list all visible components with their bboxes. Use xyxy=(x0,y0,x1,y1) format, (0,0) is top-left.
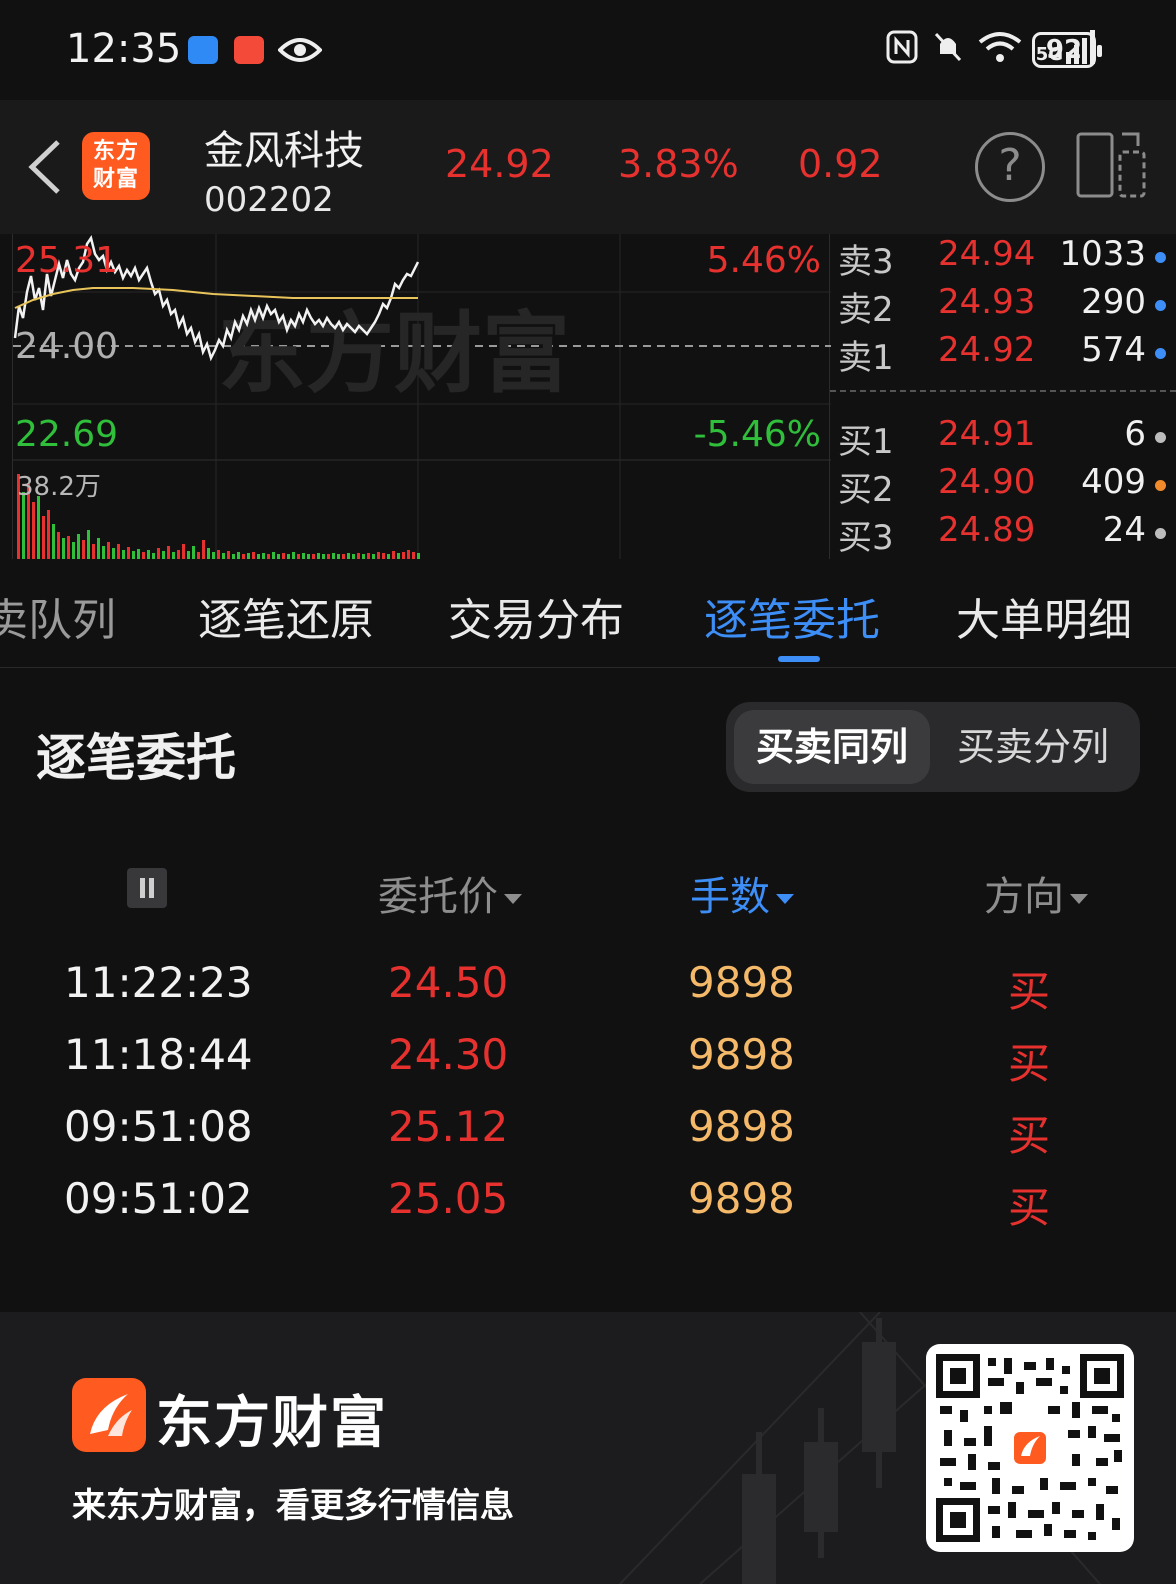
mute-icon xyxy=(934,32,961,62)
eye-icon xyxy=(278,38,322,62)
qr-code[interactable] xyxy=(926,1344,1134,1552)
detail-tabs: 卖队列 逐笔还原 交易分布 逐笔委托 大单明细 xyxy=(0,560,1176,668)
wifi-icon xyxy=(978,32,1021,62)
header-direction[interactable]: 方向 xyxy=(984,864,1088,922)
order-book-ask-1: 卖1 24.92 574 xyxy=(830,330,1176,378)
chart-high-label: 25.31 xyxy=(15,240,119,281)
table-row: 09:51:08 25.12 9898 买 xyxy=(64,1102,1051,1160)
pause-icon[interactable] xyxy=(127,868,167,908)
chart-prev-close-label: 24.00 xyxy=(15,326,119,367)
chart-watermark: 东方财富 xyxy=(218,302,570,405)
chart-low-label: 22.69 xyxy=(15,414,119,455)
stock-header: 东方财富 金风科技 002202 24.92 3.83% 0.92 ? xyxy=(0,100,1176,234)
active-tab-indicator xyxy=(778,656,820,662)
chart-down-pct: -5.46% xyxy=(693,414,821,455)
toggle-same-column[interactable]: 买卖同列 xyxy=(734,710,930,784)
banner-brand: 东方财富 xyxy=(156,1391,388,1456)
qr-code-icon xyxy=(936,1354,1124,1542)
ask-3-dot xyxy=(1155,252,1166,263)
intraday-chart[interactable]: 东方财富 25.31 24.00 22.69 5.46% -5.46% 38.2… xyxy=(12,234,831,559)
status-bar: 12:35 5G 92 xyxy=(0,0,1176,100)
chart-up-pct: 5.46% xyxy=(706,240,821,281)
bid-3-dot xyxy=(1155,528,1166,539)
order-book-bid-3: 买3 24.89 24 xyxy=(830,510,1176,558)
app-logo: 东方财富 xyxy=(82,132,150,200)
eastmoney-logo-icon xyxy=(72,1378,146,1452)
tab-trade-distribution[interactable]: 交易分布 xyxy=(448,584,624,648)
tab-tick-restore[interactable]: 逐笔还原 xyxy=(198,584,374,648)
stock-change-pct: 3.83% xyxy=(618,142,739,186)
ask-2-dot xyxy=(1155,300,1166,311)
order-book-ask-2: 卖2 24.93 290 xyxy=(830,282,1176,330)
ask-1-dot xyxy=(1155,348,1166,359)
back-arrow-icon[interactable] xyxy=(26,138,62,196)
bid-2-dot xyxy=(1155,480,1166,491)
promo-banner: 东方财富 来东方财富，看更多行情信息 xyxy=(0,1312,1176,1584)
section-title: 逐笔委托 xyxy=(36,729,236,787)
stock-code: 002202 xyxy=(204,180,334,220)
stock-name: 金风科技 xyxy=(204,128,364,174)
header-qty[interactable]: 手数 xyxy=(690,864,794,922)
table-row: 11:18:44 24.30 9898 买 xyxy=(64,1030,1051,1088)
stock-price: 24.92 xyxy=(445,142,554,186)
stock-change: 0.92 xyxy=(798,142,883,186)
order-book-bid-1: 买1 24.91 6 xyxy=(830,414,1176,462)
bid-1-dot xyxy=(1155,432,1166,443)
tab-sell-queue[interactable]: 卖队列 xyxy=(0,584,116,648)
table-row: 09:51:02 25.05 9898 买 xyxy=(64,1174,1051,1232)
view-mode-toggle: 买卖同列 买卖分列 xyxy=(726,702,1140,792)
battery-indicator: 92 xyxy=(1032,32,1102,68)
order-book-divider xyxy=(830,390,1176,392)
order-book-bid-2: 买2 24.90 409 xyxy=(830,462,1176,510)
intraday-chart-svg: 东方财富 xyxy=(13,234,831,559)
help-icon[interactable]: ? xyxy=(975,132,1045,202)
nfc-icon xyxy=(886,30,918,64)
layout-switch-icon[interactable] xyxy=(1076,130,1148,200)
banner-slogan: 来东方财富，看更多行情信息 xyxy=(72,1486,514,1526)
tab-large-order-detail[interactable]: 大单明细 xyxy=(956,584,1132,648)
header-price[interactable]: 委托价 xyxy=(378,864,522,922)
table-row: 11:22:23 24.50 9898 买 xyxy=(64,958,1051,1016)
status-time: 12:35 xyxy=(66,26,182,72)
order-book: 卖3 24.94 1033 卖2 24.93 290 卖1 24.92 574 … xyxy=(830,234,1176,559)
app-notification-icon xyxy=(234,36,264,64)
tab-tick-orders[interactable]: 逐笔委托 xyxy=(704,584,880,648)
volume-label: 38.2万 xyxy=(17,472,101,502)
sort-caret-icon xyxy=(504,894,522,904)
sort-caret-icon xyxy=(776,894,794,904)
sort-caret-icon xyxy=(1070,894,1088,904)
order-book-ask-3: 卖3 24.94 1033 xyxy=(830,234,1176,282)
app-store-icon xyxy=(188,36,218,64)
toggle-split-column[interactable]: 买卖分列 xyxy=(934,710,1132,784)
